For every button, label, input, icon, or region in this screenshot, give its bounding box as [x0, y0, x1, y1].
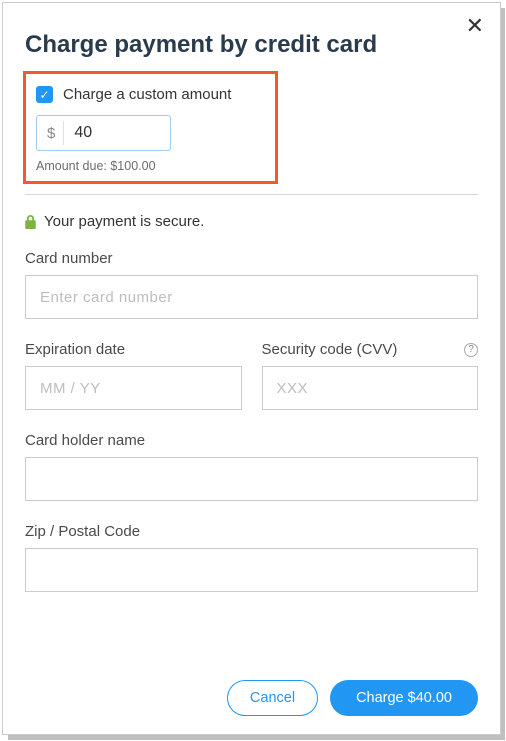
amount-input-container: $: [36, 115, 171, 151]
divider: [25, 194, 478, 195]
check-icon: ✓: [39, 88, 49, 102]
card-number-input[interactable]: [25, 275, 478, 319]
custom-amount-section: ✓ Charge a custom amount $ Amount due: $…: [23, 71, 278, 184]
currency-symbol: $: [39, 121, 64, 145]
lock-icon: [25, 215, 36, 229]
modal-title: Charge payment by credit card: [3, 3, 500, 71]
cancel-button[interactable]: Cancel: [227, 680, 318, 716]
modal-footer: Cancel Charge $40.00: [227, 680, 478, 716]
payment-modal: ✕ Charge payment by credit card ✓ Charge…: [2, 2, 501, 735]
amount-due-text: Amount due: $100.00: [36, 159, 265, 173]
help-icon[interactable]: ?: [464, 343, 478, 357]
card-number-label: Card number: [25, 250, 478, 267]
card-holder-label: Card holder name: [25, 432, 478, 449]
custom-amount-checkbox[interactable]: ✓: [36, 86, 53, 103]
expiration-input[interactable]: [25, 366, 242, 410]
zip-input[interactable]: [25, 548, 478, 592]
cvv-input[interactable]: [262, 366, 479, 410]
cvv-label: Security code (CVV): [262, 341, 398, 358]
card-holder-input[interactable]: [25, 457, 478, 501]
amount-input[interactable]: [64, 124, 144, 142]
secure-text: Your payment is secure.: [44, 213, 204, 230]
custom-amount-label: Charge a custom amount: [63, 86, 231, 103]
charge-button[interactable]: Charge $40.00: [330, 680, 478, 716]
close-icon[interactable]: ✕: [466, 15, 484, 37]
zip-label: Zip / Postal Code: [25, 523, 478, 540]
expiration-label: Expiration date: [25, 341, 242, 358]
